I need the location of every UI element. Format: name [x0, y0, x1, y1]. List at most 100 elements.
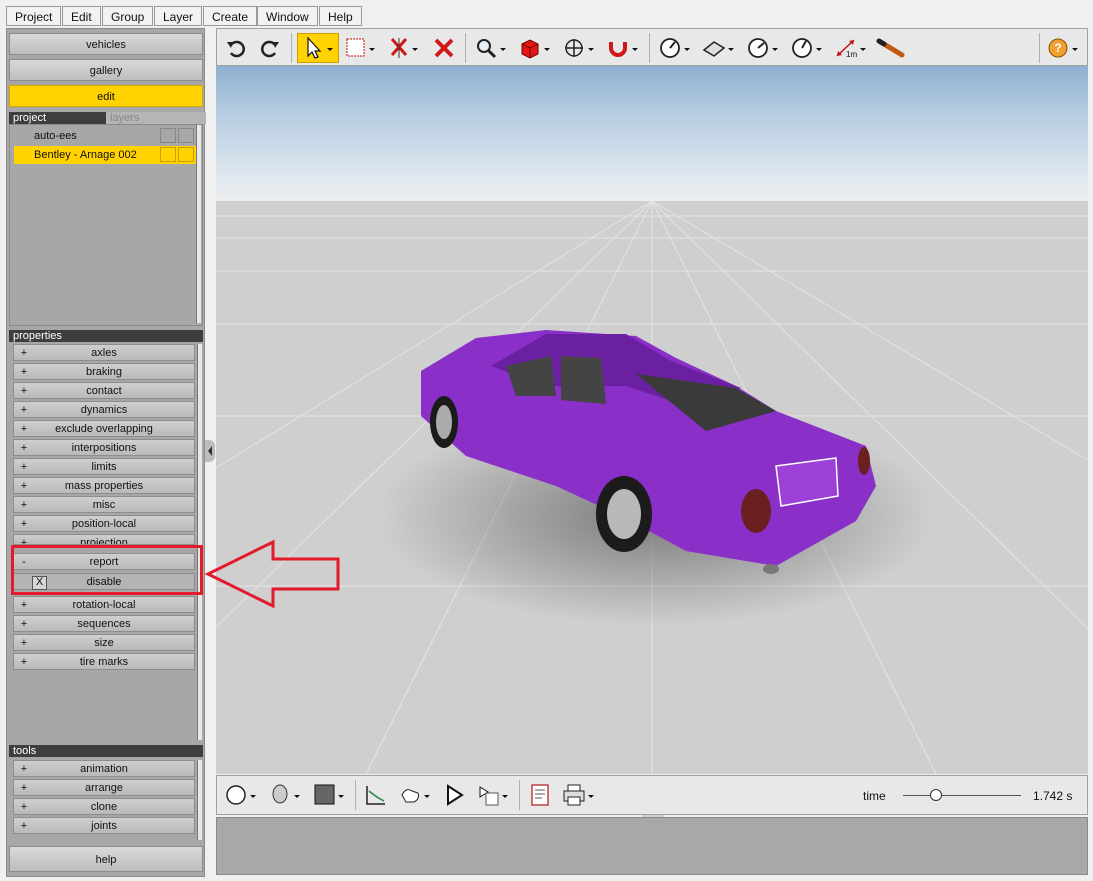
tab-layers[interactable]: layers: [106, 112, 206, 124]
property-interpositions[interactable]: + interpositions: [13, 439, 195, 456]
camera-dial-button[interactable]: [655, 33, 695, 63]
speed-dial-button[interactable]: [787, 33, 827, 63]
property-exclude-overlapping[interactable]: + exclude overlapping: [13, 420, 195, 437]
menu-create[interactable]: Create: [203, 6, 258, 26]
shading-button[interactable]: [221, 780, 261, 810]
plane-icon: [702, 41, 734, 57]
property-sequences[interactable]: + sequences: [13, 615, 195, 632]
project-scrollbar[interactable]: [196, 125, 201, 323]
property-braking[interactable]: + braking: [13, 363, 195, 380]
report-button[interactable]: [525, 780, 555, 810]
lock-toggle[interactable]: [178, 147, 194, 162]
visibility-toggle[interactable]: [160, 147, 176, 162]
property-rotation-local[interactable]: + rotation-local: [13, 596, 195, 613]
property-size[interactable]: + size: [13, 634, 195, 651]
help-button[interactable]: help: [9, 846, 203, 872]
rotate-dial-button[interactable]: [743, 33, 783, 63]
property-position-local[interactable]: + position-local: [13, 515, 195, 532]
status-panel: [216, 817, 1088, 875]
move-icon: [565, 39, 594, 57]
tool-label: joints: [91, 820, 117, 832]
tool-animation[interactable]: + animation: [13, 760, 195, 777]
property-projection[interactable]: + projection: [13, 534, 195, 545]
property-label: braking: [85, 366, 123, 378]
property-label: sequences: [77, 618, 131, 630]
sequence-icon: [479, 786, 508, 806]
properties-scrollbar[interactable]: [197, 344, 202, 740]
print-button[interactable]: [559, 780, 599, 810]
sequence-button[interactable]: [473, 780, 513, 810]
toolbar-separator: [519, 780, 520, 810]
tool-joints[interactable]: + joints: [13, 817, 195, 834]
time-value: 1.742 s: [1033, 789, 1073, 803]
property-contact[interactable]: + contact: [13, 382, 195, 399]
interaction-button[interactable]: [395, 780, 435, 810]
play-icon: [447, 784, 464, 806]
background-color-button[interactable]: [309, 780, 349, 810]
help-menu-button[interactable]: ?: [1045, 33, 1081, 63]
play-button[interactable]: [439, 780, 469, 810]
property-axles[interactable]: + axles: [13, 344, 195, 361]
properties-header: properties: [9, 330, 203, 342]
tools-list: + animation + arrange + clone + joints: [9, 758, 203, 842]
vehicles-button[interactable]: vehicles: [9, 33, 203, 55]
box-select-button[interactable]: [341, 33, 379, 63]
menu-window[interactable]: Window: [257, 6, 318, 26]
property-misc[interactable]: + misc: [13, 496, 195, 513]
pencil-tool-button[interactable]: [873, 33, 913, 63]
delete-selected-icon: [390, 38, 418, 58]
property-tire-marks[interactable]: + tire marks: [13, 653, 195, 670]
tools-scrollbar[interactable]: [197, 760, 202, 840]
property-label: projection: [80, 537, 128, 545]
graph-button[interactable]: [361, 780, 391, 810]
property-label: contact: [86, 385, 122, 397]
tool-clone[interactable]: + clone: [13, 798, 195, 815]
tab-project[interactable]: project: [9, 112, 109, 124]
menu-project[interactable]: Project: [6, 6, 62, 26]
property-label: exclude overlapping: [55, 423, 153, 435]
delete-selected-button[interactable]: [383, 33, 423, 63]
project-item-auto-ees[interactable]: auto-ees: [14, 127, 200, 145]
delete-button[interactable]: [429, 33, 459, 63]
3d-viewport[interactable]: [216, 66, 1088, 774]
create-object-button[interactable]: [515, 33, 555, 63]
property-mass-properties[interactable]: + mass properties: [13, 477, 195, 494]
menu-help[interactable]: Help: [319, 6, 362, 26]
magnet-button[interactable]: [603, 33, 643, 63]
property-dynamics[interactable]: + dynamics: [13, 401, 195, 418]
toolbar-separator: [649, 33, 650, 63]
sphere-icon: [226, 785, 256, 805]
property-label: tire marks: [79, 656, 129, 668]
select-tool-button[interactable]: [297, 33, 339, 63]
lock-toggle[interactable]: [178, 128, 194, 143]
property-label: limits: [91, 461, 117, 473]
toolbar-separator: [355, 780, 356, 810]
redo-button[interactable]: [255, 33, 285, 63]
panel-collapse-handle[interactable]: [205, 440, 215, 462]
project-item-bentley[interactable]: Bentley - Arnage 002: [14, 146, 200, 164]
rotate-dial-icon: [748, 38, 778, 58]
highlight-arrow-icon: [205, 539, 340, 609]
tool-label: arrange: [85, 782, 123, 794]
time-slider-thumb[interactable]: [930, 789, 943, 801]
project-list: auto-ees Bentley - Arnage 002: [9, 124, 203, 326]
menu-edit[interactable]: Edit: [62, 6, 101, 26]
move-button[interactable]: [559, 33, 599, 63]
edit-button[interactable]: edit: [9, 85, 203, 107]
measure-button[interactable]: 1m: [831, 33, 871, 63]
zoom-button[interactable]: [471, 33, 511, 63]
time-slider-track[interactable]: [903, 795, 1021, 796]
report-doc-icon: [531, 784, 549, 806]
undo-button[interactable]: [221, 33, 251, 63]
menu-group[interactable]: Group: [102, 6, 154, 26]
tool-label: clone: [90, 801, 118, 813]
menu-layer[interactable]: Layer: [154, 6, 203, 26]
character-button[interactable]: [265, 780, 305, 810]
visibility-toggle[interactable]: [160, 128, 176, 143]
property-limits[interactable]: + limits: [13, 458, 195, 475]
zoom-icon: [477, 39, 506, 59]
color-swatch-icon: [314, 784, 344, 805]
gallery-button[interactable]: gallery: [9, 59, 203, 81]
plane-button[interactable]: [699, 33, 739, 63]
tool-arrange[interactable]: + arrange: [13, 779, 195, 796]
